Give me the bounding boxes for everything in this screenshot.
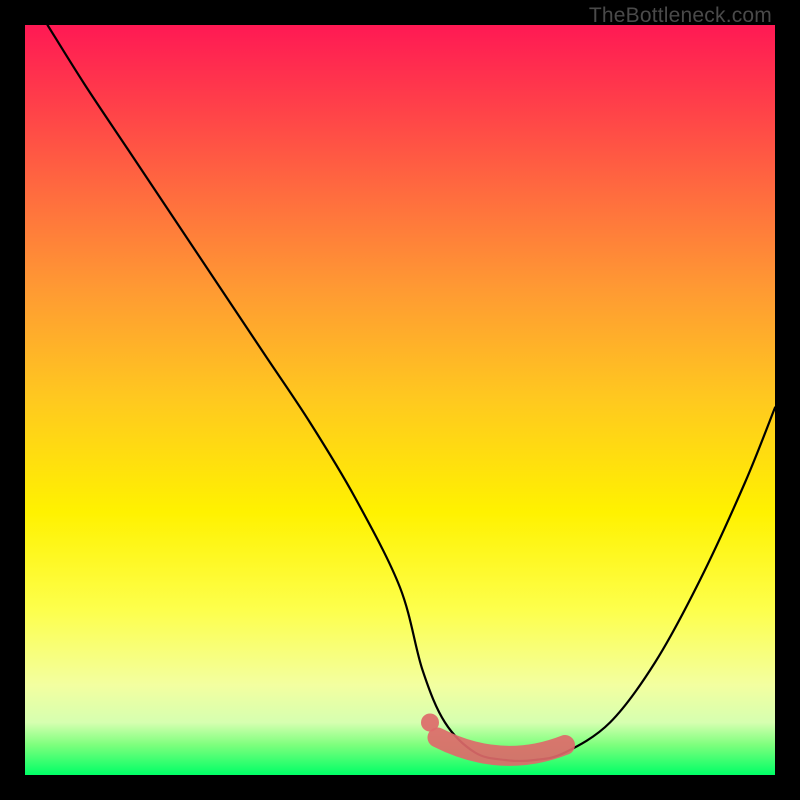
curve-svg	[25, 25, 775, 775]
optimum-dot	[421, 714, 439, 732]
attribution-text: TheBottleneck.com	[589, 4, 772, 28]
bottleneck-curve	[48, 25, 776, 761]
optimum-highlight	[438, 738, 566, 756]
chart-plot-area	[25, 25, 775, 775]
